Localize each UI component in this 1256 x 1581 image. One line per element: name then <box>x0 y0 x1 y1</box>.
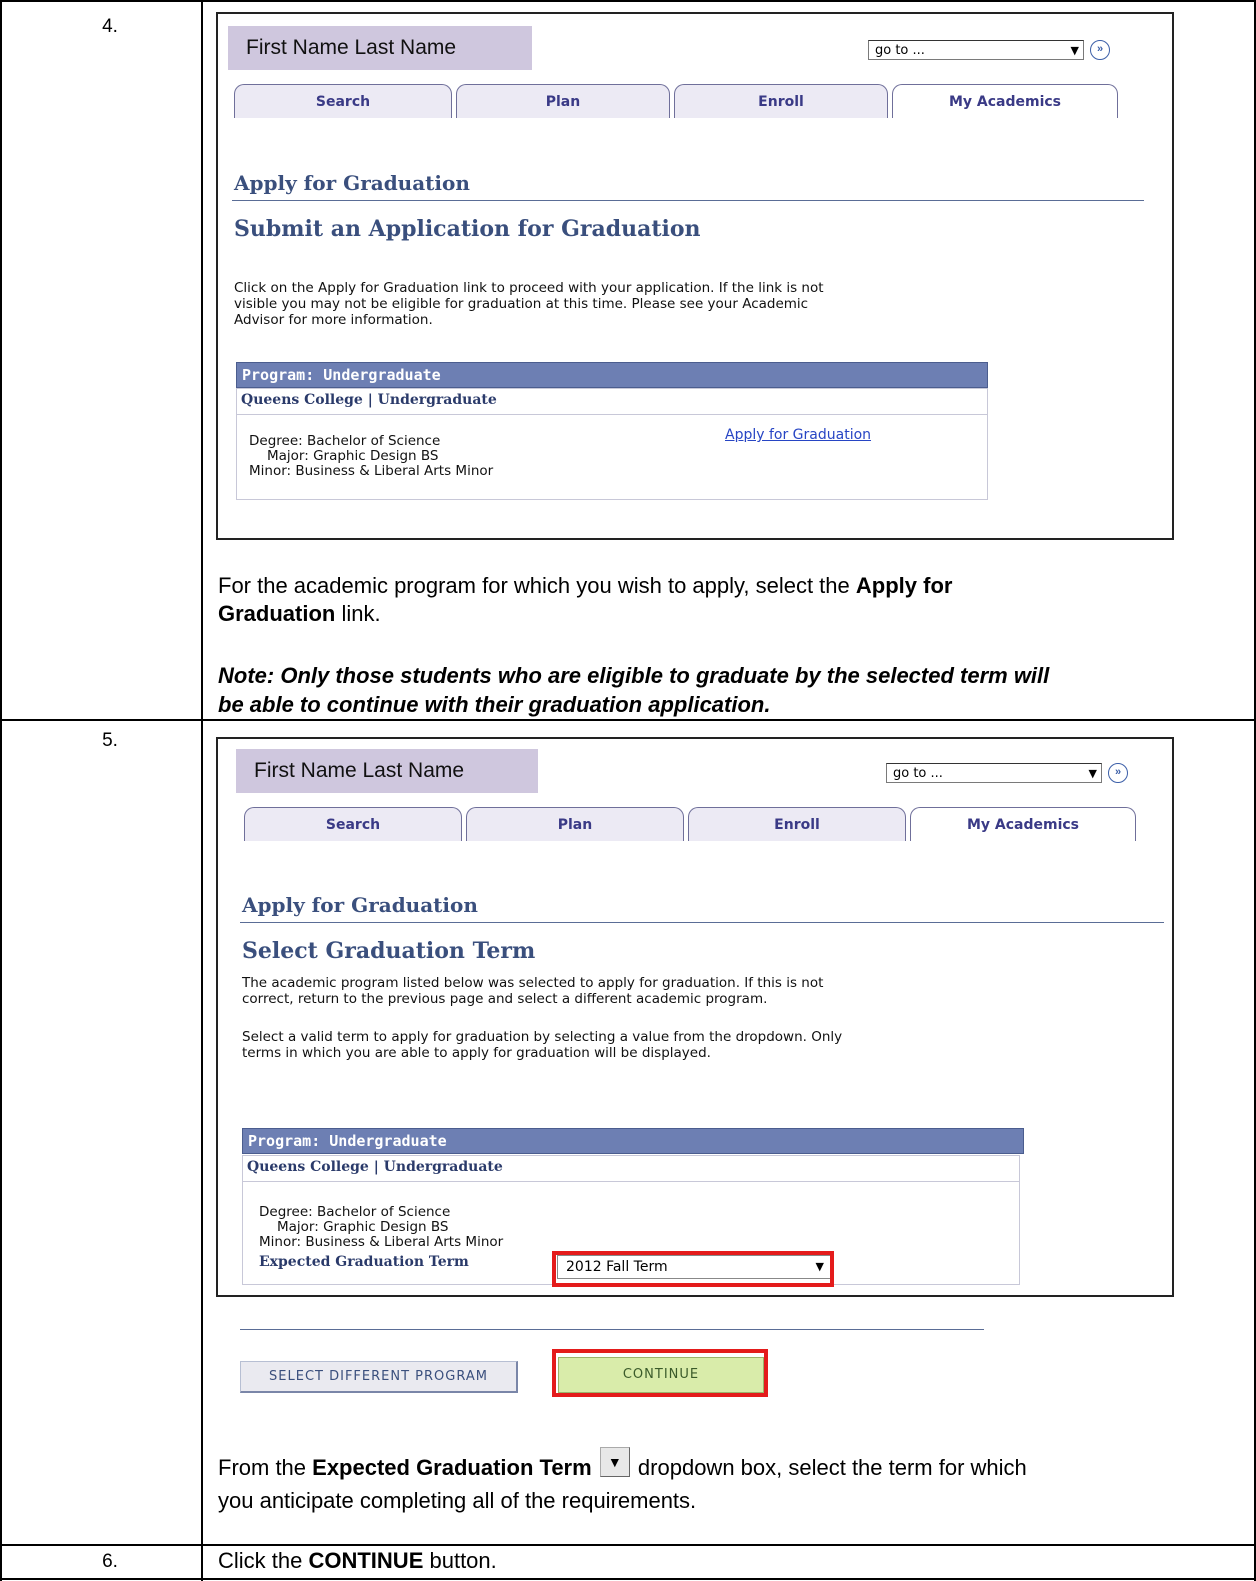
chevron-down-icon: ▼ <box>1070 44 1079 57</box>
step-number: 6. <box>102 1551 118 1572</box>
user-name-banner: First Name Last Name <box>236 749 538 793</box>
instruction-text: button. <box>423 1548 497 1573</box>
instruction-text: From the <box>218 1455 313 1480</box>
paragraph-line: correct, return to the previous page and… <box>242 991 768 1007</box>
heading-rule <box>232 200 1144 201</box>
tab-search[interactable]: Search <box>244 807 462 841</box>
goto-select[interactable]: go to ... ▼ <box>868 40 1084 60</box>
step-4-instruction: For the academic program for which you w… <box>218 572 1238 628</box>
college-row: Queens College | Undergraduate <box>243 1156 1019 1182</box>
tab-my-academics[interactable]: My Academics <box>892 84 1118 118</box>
page-heading: Apply for Graduation <box>234 171 470 195</box>
degree-text: Degree: Bachelor of Science <box>249 433 441 449</box>
tab-plan[interactable]: Plan <box>466 807 684 841</box>
heading-rule <box>240 922 1164 923</box>
instruction-bold: Expected Graduation Term <box>312 1455 592 1480</box>
instruction-text: For the academic program for which you w… <box>218 573 856 598</box>
continue-highlight <box>552 1349 768 1397</box>
instructions-paragraph: The academic program listed below was se… <box>242 975 1142 1007</box>
step-6-instruction: Click the CONTINUE button. <box>218 1547 1238 1575</box>
step-5-instruction: From the Expected Graduation Term ▼ drop… <box>218 1447 1248 1515</box>
tab-enroll[interactable]: Enroll <box>688 807 906 841</box>
instructions-paragraph: Click on the Apply for Graduation link t… <box>234 280 1134 328</box>
paragraph-line: visible you may not be eligible for grad… <box>234 296 809 312</box>
major-text: Major: Graphic Design BS <box>277 1219 449 1235</box>
screenshot-step-4: First Name Last Name go to ... ▼ » Searc… <box>216 12 1174 540</box>
table-border-top <box>0 0 1256 2</box>
table-border-bottom <box>0 1578 1256 1580</box>
document-page: 4. First Name Last Name go to ... ▼ » Se… <box>0 0 1256 1581</box>
goto-value: go to ... <box>875 43 925 58</box>
chevron-down-icon: ▼ <box>1088 767 1097 780</box>
expected-graduation-term-label: Expected Graduation Term <box>259 1254 469 1270</box>
term-highlight <box>552 1251 834 1287</box>
paragraph-line: Click on the Apply for Graduation link t… <box>234 280 824 296</box>
table-border-row6 <box>0 1544 1256 1546</box>
instruction-bold: Graduation <box>218 601 336 626</box>
user-name-banner: First Name Last Name <box>228 26 532 70</box>
paragraph-line: Advisor for more information. <box>234 312 433 328</box>
note-line: be able to continue with their graduatio… <box>218 692 771 717</box>
page-heading: Apply for Graduation <box>242 893 478 917</box>
screenshot-step-5: First Name Last Name go to ... ▼ » Searc… <box>216 737 1174 1397</box>
footer-rule <box>240 1329 984 1330</box>
apply-for-graduation-link[interactable]: Apply for Graduation <box>725 427 871 443</box>
step-number: 4. <box>102 16 118 37</box>
go-arrow-icon[interactable]: » <box>1108 763 1128 783</box>
table-border-left <box>0 0 2 1581</box>
tab-search[interactable]: Search <box>234 84 452 118</box>
paragraph-line: Select a valid term to apply for graduat… <box>242 1029 843 1045</box>
minor-text: Minor: Business & Liberal Arts Minor <box>259 1234 504 1250</box>
go-arrow-icon[interactable]: » <box>1090 40 1110 60</box>
program-header: Program: Undergraduate <box>236 362 988 388</box>
tab-plan[interactable]: Plan <box>456 84 670 118</box>
college-row: Queens College | Undergraduate <box>237 389 987 415</box>
page-subheading: Select Graduation Term <box>242 938 536 964</box>
instruction-text: dropdown box, select the term for which <box>631 1455 1027 1480</box>
instructions-paragraph: Select a valid term to apply for graduat… <box>242 1029 1142 1061</box>
page-subheading: Submit an Application for Graduation <box>234 216 701 242</box>
tab-my-academics[interactable]: My Academics <box>910 807 1136 841</box>
step-4-note: Note: Only those students who are eligib… <box>218 661 1248 719</box>
goto-select[interactable]: go to ... ▼ <box>886 763 1102 783</box>
degree-text: Degree: Bachelor of Science <box>259 1204 451 1220</box>
step-number: 5. <box>102 730 118 751</box>
dropdown-arrow-icon: ▼ <box>599 1447 630 1477</box>
instruction-bold: CONTINUE <box>308 1548 424 1573</box>
minor-text: Minor: Business & Liberal Arts Minor <box>249 463 494 479</box>
program-header: Program: Undergraduate <box>242 1128 1024 1154</box>
goto-value: go to ... <box>893 766 943 781</box>
table-border-mid <box>201 0 203 1581</box>
paragraph-line: terms in which you are able to apply for… <box>242 1045 711 1061</box>
note-line: Note: Only those students who are eligib… <box>218 663 1050 688</box>
select-different-program-button[interactable]: SELECT DIFFERENT PROGRAM <box>240 1361 518 1393</box>
instruction-bold: Apply for <box>855 573 953 598</box>
tab-enroll[interactable]: Enroll <box>674 84 888 118</box>
paragraph-line: The academic program listed below was se… <box>242 975 824 991</box>
table-border-row5 <box>0 719 1256 721</box>
program-box: Queens College | Undergraduate Degree: B… <box>236 388 988 500</box>
instruction-text: Click the <box>218 1548 309 1573</box>
major-text: Major: Graphic Design BS <box>267 448 439 464</box>
instruction-text: you anticipate completing all of the req… <box>218 1488 697 1513</box>
instruction-text: link. <box>335 601 381 626</box>
